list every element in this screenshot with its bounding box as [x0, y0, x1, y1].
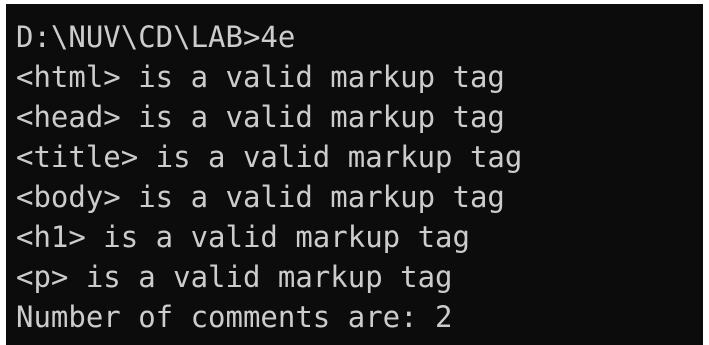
command-prompt-line: D:\NUV\CD\LAB>4e	[16, 20, 296, 54]
output-line-h1: <h1> is a valid markup tag	[16, 220, 470, 254]
comment-count-line: Number of comments are: 2	[16, 300, 453, 334]
terminal-window[interactable]: D:\NUV\CD\LAB>4e <html> is a valid marku…	[6, 4, 703, 345]
terminal-output: D:\NUV\CD\LAB>4e <html> is a valid marku…	[16, 17, 699, 337]
output-line-p: <p> is a valid markup tag	[16, 260, 453, 294]
output-line-head: <head> is a valid markup tag	[16, 100, 505, 134]
output-line-title: <title> is a valid markup tag	[16, 140, 523, 174]
output-line-html: <html> is a valid markup tag	[16, 60, 505, 94]
output-line-body: <body> is a valid markup tag	[16, 180, 505, 214]
